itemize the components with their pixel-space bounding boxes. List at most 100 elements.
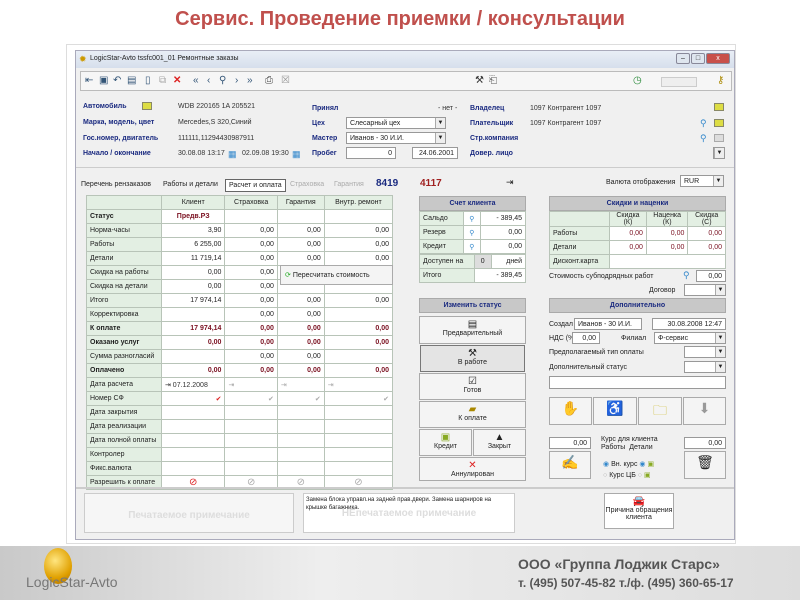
table-cell[interactable]: ⇥ xyxy=(276,377,325,392)
search-icon[interactable]: ⚲ xyxy=(700,118,707,129)
table-cell[interactable] xyxy=(323,461,394,476)
table-cell[interactable]: 0,00 xyxy=(276,223,325,238)
table-cell[interactable]: 0,00 xyxy=(323,223,394,238)
table-cell[interactable]: 17 974,14 xyxy=(160,293,226,308)
table-cell[interactable]: ⇥ xyxy=(323,377,394,392)
table-cell[interactable] xyxy=(160,405,226,420)
tab-insurance[interactable]: Страховка xyxy=(287,179,327,190)
status-closed-button[interactable]: ▲ Закрыт xyxy=(473,429,526,456)
table-cell[interactable]: ✔ xyxy=(224,391,278,406)
delete-doc-icon[interactable]: ▤ xyxy=(127,75,136,87)
exit-icon[interactable]: ⇤ xyxy=(85,75,93,87)
maximize-button[interactable]: □ xyxy=(691,53,705,64)
status-prelim-button[interactable]: ▤ Предварительный xyxy=(419,316,526,344)
radio-icon[interactable]: ○ xyxy=(638,472,642,479)
table-cell[interactable] xyxy=(224,209,278,224)
search-icon[interactable]: ⚲ xyxy=(683,270,690,281)
last-icon[interactable]: » xyxy=(247,75,253,87)
table-cell[interactable] xyxy=(276,447,325,462)
search-icon[interactable]: ⚲ xyxy=(462,211,481,226)
calendar-icon[interactable]: ▦ xyxy=(228,149,237,160)
prev-icon[interactable]: ‹ xyxy=(207,75,210,87)
docs-icon[interactable]: ⎗ xyxy=(489,75,497,87)
table-cell[interactable]: ✔ xyxy=(276,391,325,406)
tab-works-parts[interactable]: Работы и детали xyxy=(160,179,221,190)
table-cell[interactable] xyxy=(323,405,394,420)
trustee-dropdown[interactable]: ▼ xyxy=(713,147,725,159)
edit-doc-button[interactable]: ✍ xyxy=(549,451,591,479)
chevron-down-icon[interactable]: ▼ xyxy=(715,347,725,357)
table-cell[interactable]: 0,00 xyxy=(160,265,226,280)
table-cell[interactable]: 0,00 xyxy=(224,321,278,336)
table-cell[interactable]: 0,00 xyxy=(276,307,325,322)
table-cell[interactable]: 0,00 xyxy=(160,335,226,350)
table-cell[interactable] xyxy=(276,209,325,224)
vat-input[interactable]: 0,00 xyxy=(572,332,600,344)
status-cancel-button[interactable]: ✕ Аннулирован xyxy=(419,457,526,481)
works-markup[interactable]: 0,00 xyxy=(645,226,689,241)
export-icon[interactable]: ☒ xyxy=(281,75,290,87)
car-card-icon[interactable] xyxy=(142,102,152,110)
table-cell[interactable] xyxy=(160,433,226,448)
table-cell[interactable] xyxy=(224,447,278,462)
radio-selected-icon[interactable]: ◉ xyxy=(603,461,609,468)
minimize-button[interactable]: – xyxy=(676,53,690,64)
table-cell[interactable]: 0,00 xyxy=(224,223,278,238)
table-cell[interactable] xyxy=(224,461,278,476)
status-inwork-button[interactable]: ⚒ В работе xyxy=(420,345,525,372)
status-ready-button[interactable]: ☑ Готов xyxy=(419,373,526,400)
table-cell[interactable] xyxy=(323,209,394,224)
table-cell[interactable]: 0,00 xyxy=(323,335,394,350)
calendar-icon[interactable]: ▦ xyxy=(292,149,301,160)
currency-select[interactable]: RUR ▼ xyxy=(680,175,724,187)
mileage-input[interactable]: 0 xyxy=(346,147,396,159)
key-icon[interactable]: ⚷ xyxy=(717,75,724,87)
table-cell[interactable]: 0,00 xyxy=(276,363,325,378)
table-cell[interactable]: 0,00 xyxy=(224,349,278,364)
available-days[interactable]: 0 xyxy=(474,254,492,269)
table-cell[interactable]: 0,00 xyxy=(160,279,226,294)
next-icon[interactable]: › xyxy=(235,75,238,87)
extra-note-input[interactable] xyxy=(549,376,726,389)
table-cell[interactable]: 3,90 xyxy=(160,223,226,238)
branch-select[interactable]: Ф-сервис ▼ xyxy=(654,332,726,344)
table-cell[interactable] xyxy=(224,433,278,448)
owner-card-icon[interactable] xyxy=(714,103,724,111)
table-cell[interactable] xyxy=(323,433,394,448)
table-cell[interactable]: 0,00 xyxy=(224,335,278,350)
table-cell[interactable]: ✔ xyxy=(323,391,394,406)
table-cell[interactable]: Предв.РЗ xyxy=(160,209,226,224)
chevron-down-icon[interactable]: ▼ xyxy=(715,285,725,295)
first-icon[interactable]: « xyxy=(193,75,199,87)
table-cell[interactable]: 0,00 xyxy=(276,335,325,350)
table-cell[interactable]: 0,00 xyxy=(160,363,226,378)
table-cell[interactable]: 0,00 xyxy=(276,293,325,308)
table-cell[interactable]: ✔ xyxy=(160,391,226,406)
table-cell[interactable]: 0,00 xyxy=(224,363,278,378)
contract-select[interactable]: ▼ xyxy=(684,284,726,296)
payer-card-icon[interactable] xyxy=(714,119,724,127)
table-cell[interactable] xyxy=(276,405,325,420)
radio-icon[interactable]: ○ xyxy=(603,472,607,479)
tab-warranty[interactable]: Гарантия xyxy=(331,179,367,190)
table-cell[interactable]: ⇥ xyxy=(224,377,278,392)
chevron-down-icon[interactable]: ▼ xyxy=(435,133,445,143)
visit-reason-button[interactable]: 🚘 Причина обращения клиента xyxy=(604,493,674,529)
table-cell[interactable] xyxy=(323,349,394,364)
table-cell[interactable] xyxy=(160,307,226,322)
table-cell[interactable]: 0,00 xyxy=(323,237,394,252)
mileage-date-input[interactable]: 24.06.2001 xyxy=(412,147,458,159)
printed-note-textarea[interactable]: Печатаемое примечание xyxy=(84,493,294,533)
search-icon[interactable]: ⚲ xyxy=(462,225,481,240)
table-cell[interactable] xyxy=(276,419,325,434)
insurer-card-icon[interactable] xyxy=(714,134,724,142)
search-icon[interactable]: ⚲ xyxy=(462,239,481,254)
table-cell[interactable]: 0,00 xyxy=(276,321,325,336)
chevron-down-icon[interactable]: ▼ xyxy=(435,118,445,128)
works-discount-s[interactable]: 0,00 xyxy=(687,226,726,241)
table-cell[interactable]: 0,00 xyxy=(224,293,278,308)
table-cell[interactable] xyxy=(323,447,394,462)
table-cell[interactable]: 0,00 xyxy=(224,237,278,252)
clock-icon[interactable]: ◷ xyxy=(633,75,642,87)
close-button[interactable]: x xyxy=(706,53,730,64)
